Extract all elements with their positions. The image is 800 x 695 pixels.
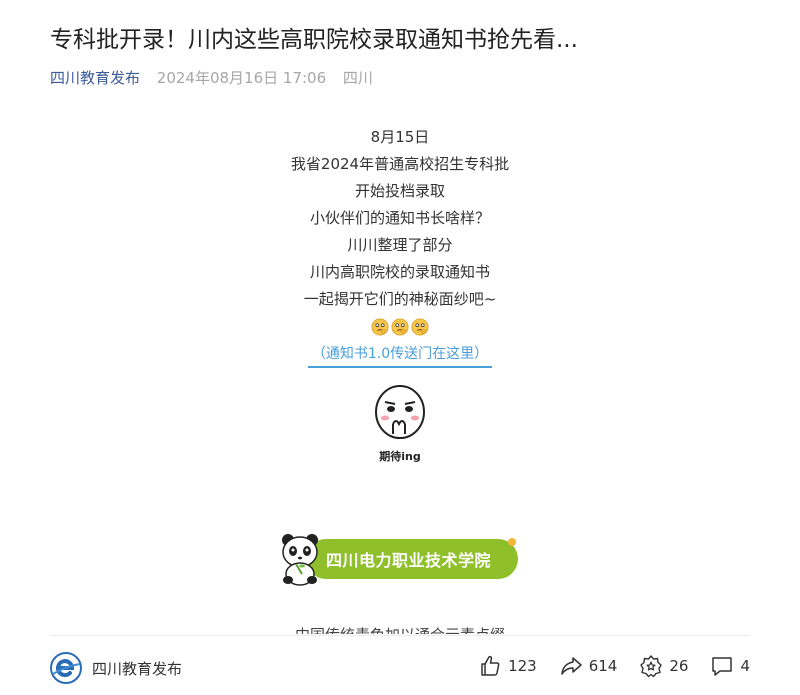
banner-title: 四川电力职业技术学院: [326, 551, 492, 570]
article-meta: 四川教育发布 2024年08月16日 17:06 四川: [50, 68, 373, 88]
region-label: 四川: [342, 69, 373, 87]
thinking-face-icon: [411, 318, 429, 336]
comment-button[interactable]: 4: [710, 654, 750, 678]
body-line: 开始投档录取: [354, 182, 445, 200]
thinking-face-icon: [391, 318, 409, 336]
body-line: 小伙伴们的通知书长啥样？: [309, 209, 490, 227]
like-count: 123: [508, 657, 537, 675]
thumbs-up-icon: [481, 655, 500, 676]
sticker-caption: 期待ing: [379, 450, 421, 463]
source-link[interactable]: 四川教育发布: [50, 69, 140, 87]
comment-count: 4: [740, 657, 750, 675]
body-line: 8月15日: [370, 128, 430, 146]
panda-icon: [282, 534, 318, 586]
thinking-face-icon: [371, 318, 389, 336]
body-line: 一起揭开它们的神秘面纱吧~: [303, 290, 497, 308]
favorite-count: 26: [669, 657, 689, 675]
blushing-face-icon: [375, 385, 425, 439]
badge-star-icon: [640, 655, 663, 678]
comment-bubble-icon: [712, 657, 733, 676]
publish-date: 2024年08月16日 17:06: [156, 69, 327, 87]
college-banner: 四川电力职业技术学院: [276, 530, 526, 586]
article-title: 专科批开录！川内这些高职院校录取通知书抢先看...: [50, 27, 578, 53]
body-line: 川内高职院校的录取通知书: [309, 263, 490, 281]
action-bar: 123 614 26 4: [456, 654, 750, 678]
body-line: 我省2024年普通高校招生专科批: [290, 155, 510, 173]
body-line: 川川整理了部分: [347, 236, 453, 254]
cut-off-line: 中国传统青色加以通合元素点缀: [0, 622, 800, 634]
share-button[interactable]: 614: [559, 654, 618, 678]
footer-author-name: 四川教育发布: [92, 659, 183, 678]
favorite-button[interactable]: 26: [639, 654, 688, 678]
share-arrow-icon: [560, 657, 582, 675]
sichuan-education-logo-icon: [50, 652, 82, 684]
like-button[interactable]: 123: [478, 654, 537, 678]
footer-author[interactable]: 四川教育发布: [50, 652, 182, 684]
portal-link[interactable]: （通知书1.0传送门在这里）: [307, 343, 493, 368]
emoji-row: [0, 313, 800, 341]
article-body: 8月15日 我省2024年普通高校招生专科批 开始投档录取 小伙伴们的通知书长啥…: [0, 124, 800, 464]
banner-dot: [508, 538, 516, 546]
sticker-image: 期待ing: [365, 382, 435, 464]
footer-bar: 四川教育发布 123 614 26 4: [50, 635, 750, 695]
share-count: 614: [588, 657, 618, 675]
